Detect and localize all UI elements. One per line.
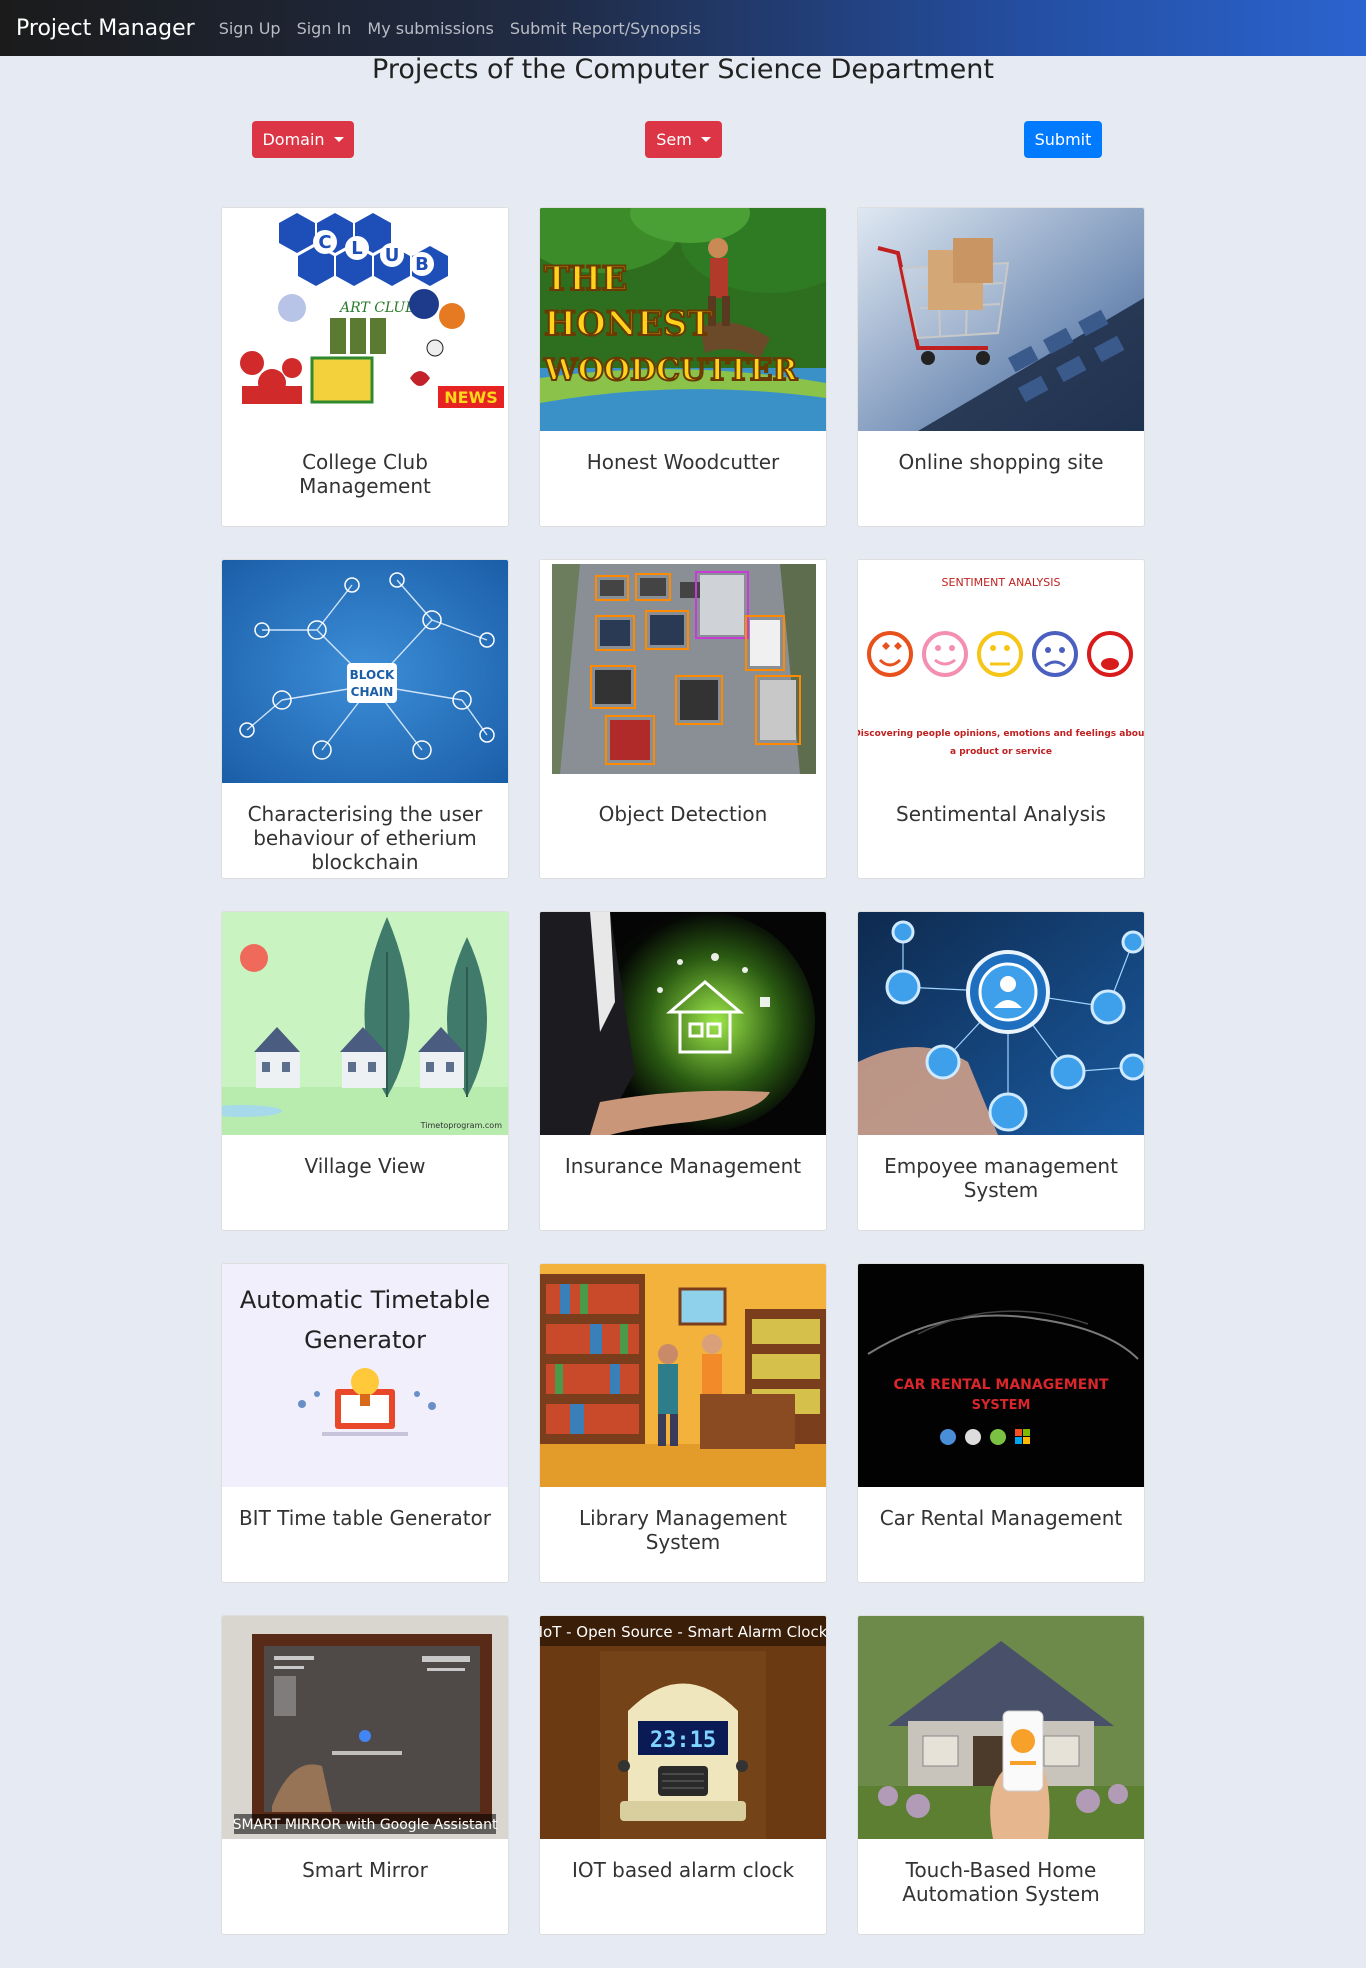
page-title: Projects of the Computer Science Departm…	[372, 54, 994, 85]
iot-heading: IoT - Open Source - Smart Alarm Clock	[540, 1623, 826, 1641]
project-card-village-view[interactable]: Timetoprogram.com Village View	[221, 911, 509, 1231]
block-text: BLOCK	[350, 668, 395, 682]
project-title: Library Management System	[578, 1506, 788, 1554]
project-title: Empoyee management System	[884, 1154, 1118, 1202]
project-title: Village View	[304, 1154, 426, 1178]
smart-mirror-caption: SMART MIRROR with Google Assistant	[233, 1817, 498, 1833]
project-image	[540, 1264, 826, 1487]
project-title: Insurance Management	[564, 1154, 802, 1178]
chain-text: CHAIN	[351, 685, 394, 699]
project-image: Automatic Timetable Generator	[222, 1264, 508, 1487]
project-image	[540, 912, 826, 1135]
art-club-text: ART CLUB	[338, 300, 416, 316]
project-card-honest-woodcutter[interactable]: THE HONEST WOODCUTTER Honest Woodcutter	[539, 207, 827, 527]
project-image: IoT - Open Source - Smart Alarm Clock 23…	[540, 1616, 826, 1839]
nav-submit-report[interactable]: Submit Report/Synopsis	[510, 19, 701, 38]
nav-sign-up[interactable]: Sign Up	[219, 19, 281, 38]
project-card-home-automation[interactable]: Touch-Based Home Automation System	[857, 1615, 1145, 1935]
project-image	[858, 1616, 1144, 1839]
iot-clock-display: 23:15	[650, 1728, 716, 1753]
submit-button[interactable]: Submit	[1024, 121, 1102, 158]
project-image: THE HONEST WOODCUTTER	[540, 208, 826, 431]
sentiment-caption-1: Discovering people opinions, emotions an…	[858, 729, 1144, 739]
project-title: IOT based alarm clock	[571, 1858, 795, 1882]
project-title: Online shopping site	[898, 450, 1104, 474]
project-title: Sentimental Analysis	[896, 802, 1106, 826]
project-title: Object Detection	[598, 802, 768, 826]
car-rental-system: SYSTEM	[972, 1398, 1031, 1413]
project-title: Touch-Based Home Automation System	[902, 1858, 1100, 1906]
project-card-insurance[interactable]: Insurance Management	[539, 911, 827, 1231]
caret-down-icon	[700, 137, 711, 142]
village-watermark: Timetoprogram.com	[420, 1121, 503, 1130]
project-card-blockchain[interactable]: BLOCK CHAIN Characterising the user beha…	[221, 559, 509, 879]
woodcutter-the-text: THE	[544, 259, 627, 299]
project-card-object-detection[interactable]: Object Detection	[539, 559, 827, 879]
nav-sign-in[interactable]: Sign In	[297, 19, 352, 38]
project-card-online-shopping[interactable]: Online shopping site	[857, 207, 1145, 527]
project-card-employee-management[interactable]: Empoyee management System	[857, 911, 1145, 1231]
project-image: C L U B ART CLUB NEWS	[222, 208, 508, 431]
woodcutter-honest-text: HONEST	[544, 304, 713, 344]
timetable-heading-1: Automatic Timetable	[240, 1286, 490, 1314]
project-image	[858, 208, 1144, 431]
club-letter-c: C	[318, 232, 331, 253]
project-title: BIT Time table Generator	[238, 1506, 492, 1530]
sentiment-heading: SENTIMENT ANALYSIS	[942, 576, 1061, 589]
project-card-college-club[interactable]: C L U B ART CLUB NEWS College Club Manag…	[221, 207, 509, 527]
sem-dropdown-button[interactable]: Sem	[645, 121, 722, 158]
project-card-timetable[interactable]: Automatic Timetable Generator BIT Time t…	[221, 1263, 509, 1583]
woodcutter-woodcutter-text: WOODCUTTER	[543, 353, 798, 388]
club-letter-l: L	[351, 238, 362, 259]
project-card-library[interactable]: Library Management System	[539, 1263, 827, 1583]
project-card-smart-mirror[interactable]: SMART MIRROR with Google Assistant Smart…	[221, 1615, 509, 1935]
navbar: Project Manager Sign Up Sign In My submi…	[0, 0, 1366, 56]
project-title: Car Rental Management	[879, 1506, 1123, 1530]
sentiment-caption-2: a product or service	[950, 747, 1052, 757]
project-title: Honest Woodcutter	[586, 450, 780, 474]
project-image	[540, 560, 826, 783]
project-card-sentiment[interactable]: SENTIMENT ANALYSIS Discovering people op…	[857, 559, 1145, 879]
brand-link[interactable]: Project Manager	[16, 16, 195, 41]
nav-my-submissions[interactable]: My submissions	[367, 19, 493, 38]
club-letter-b: B	[415, 254, 429, 275]
project-image: CAR RENTAL MANAGEMENT SYSTEM	[858, 1264, 1144, 1487]
timetable-heading-2: Generator	[304, 1326, 426, 1354]
project-image: SMART MIRROR with Google Assistant	[222, 1616, 508, 1839]
project-image: Timetoprogram.com	[222, 912, 508, 1135]
project-title: College Club Management	[299, 450, 431, 498]
project-card-car-rental[interactable]: CAR RENTAL MANAGEMENT SYSTEM Car Rental …	[857, 1263, 1145, 1583]
project-image: BLOCK CHAIN	[222, 560, 508, 783]
project-title: Smart Mirror	[302, 1858, 428, 1882]
sem-label: Sem	[656, 130, 692, 149]
news-text: NEWS	[444, 388, 498, 407]
project-image: SENTIMENT ANALYSIS Discovering people op…	[858, 560, 1144, 783]
project-title: Characterising the user behaviour of eth…	[247, 802, 483, 874]
domain-label: Domain	[262, 130, 325, 149]
club-letter-u: U	[385, 245, 400, 266]
project-image	[858, 912, 1144, 1135]
domain-dropdown-button[interactable]: Domain	[252, 121, 354, 158]
caret-down-icon	[333, 137, 344, 142]
project-card-iot-alarm[interactable]: IoT - Open Source - Smart Alarm Clock 23…	[539, 1615, 827, 1935]
car-rental-heading: CAR RENTAL MANAGEMENT	[893, 1377, 1109, 1393]
